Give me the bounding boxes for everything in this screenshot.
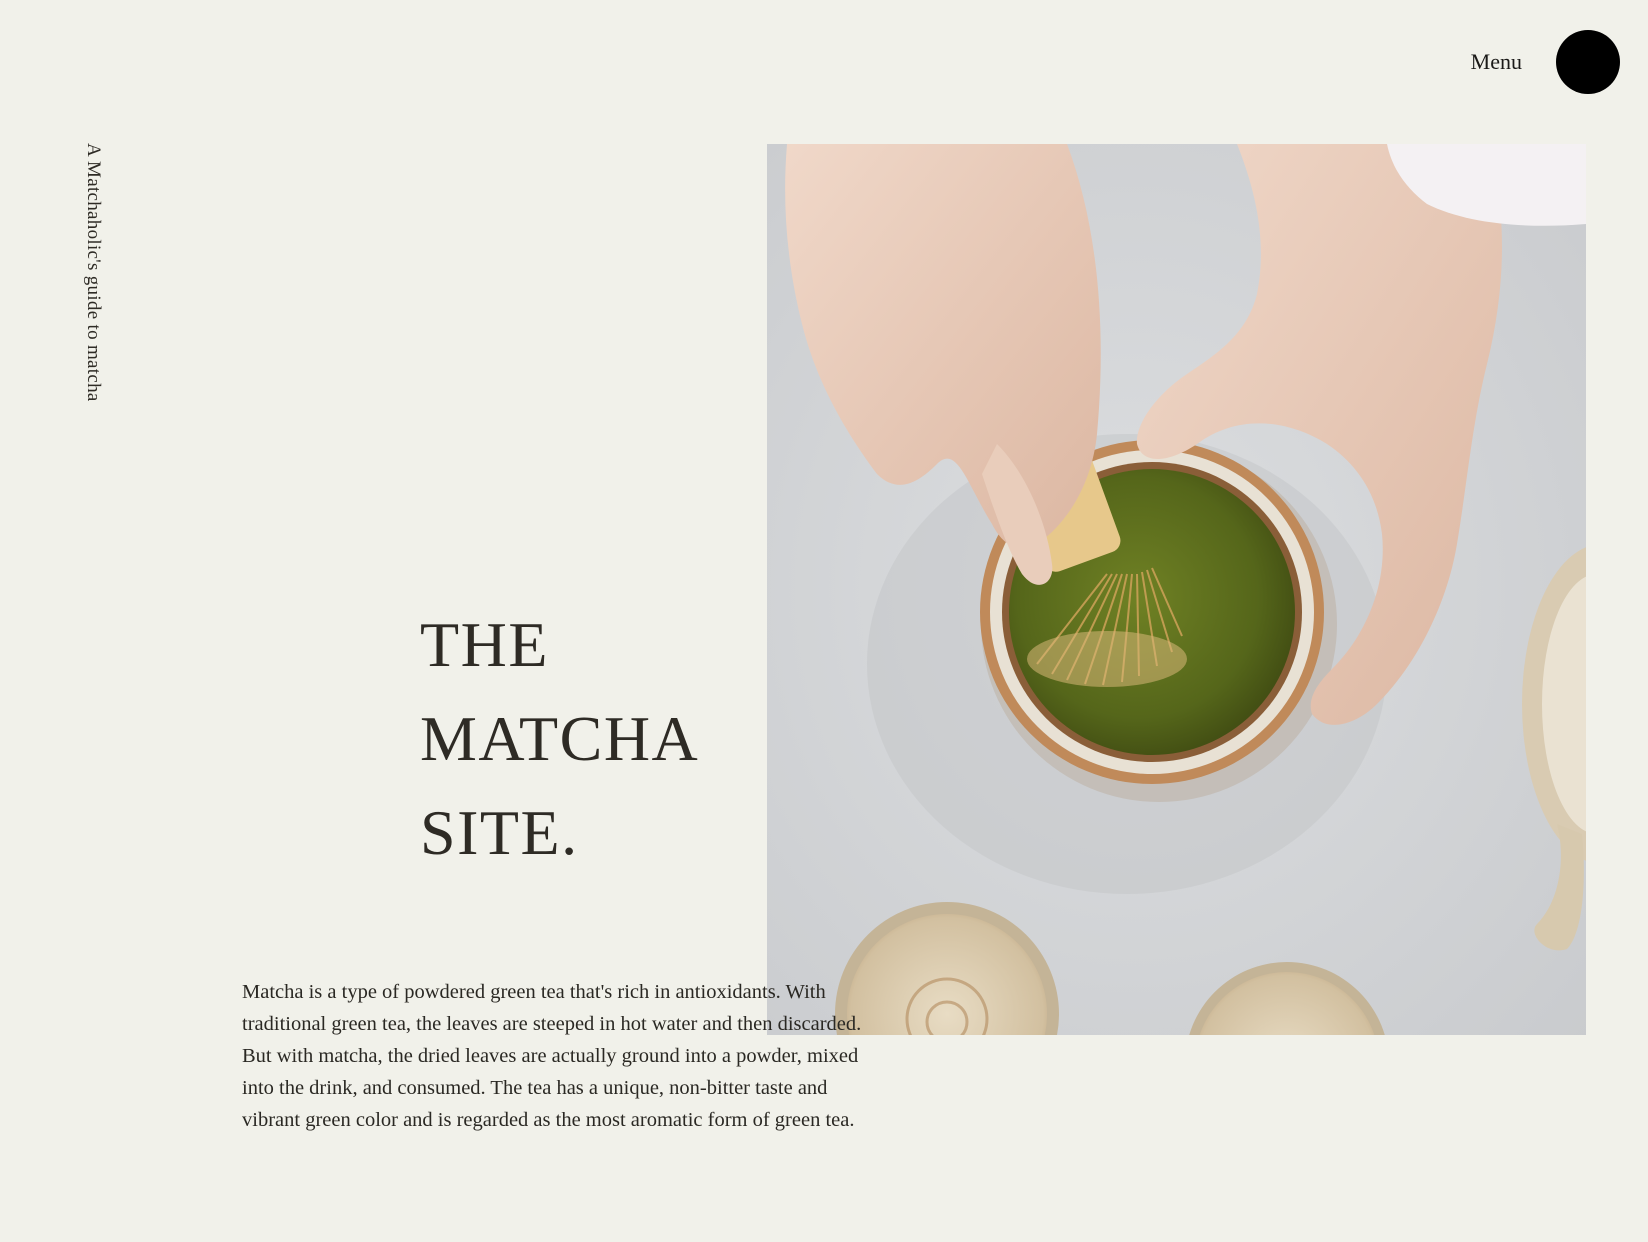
hero-title-line: MATCHA: [420, 703, 700, 774]
menu-button-label[interactable]: Menu: [1471, 49, 1522, 75]
hero-title: THE MATCHA SITE.: [420, 598, 699, 880]
site-tagline: A Matchaholic's guide to matcha: [83, 143, 104, 402]
menu-dot-icon[interactable]: [1556, 30, 1620, 94]
menu[interactable]: Menu: [1471, 30, 1620, 94]
hero-title-line: SITE.: [420, 797, 579, 868]
hero-title-line: THE: [420, 609, 549, 680]
page: A Matchaholic's guide to matcha Menu THE…: [0, 0, 1648, 1242]
hero-photo: [767, 144, 1586, 1035]
matcha-whisk-illustration: [767, 144, 1586, 1035]
intro-paragraph: Matcha is a type of powdered green tea t…: [242, 981, 862, 1131]
